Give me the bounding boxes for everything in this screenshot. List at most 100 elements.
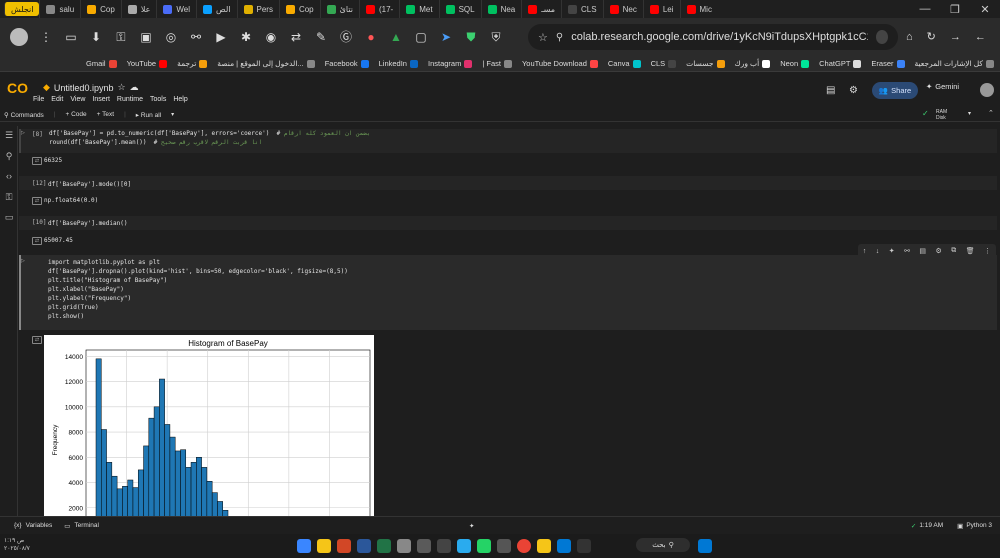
- browser-tab[interactable]: Nec: [602, 0, 643, 18]
- google-lens-icon[interactable]: [875, 30, 888, 44]
- settings-gear-icon[interactable]: ⚙: [849, 85, 858, 96]
- download-icon[interactable]: ⬇: [89, 30, 103, 44]
- bookmark-item[interactable]: جسسات: [686, 59, 725, 68]
- variables-label[interactable]: Variables: [26, 522, 53, 529]
- code-editor[interactable]: df['BasePay'].mode()[0]: [48, 180, 131, 189]
- menu-insert[interactable]: Insert: [92, 96, 110, 103]
- site-settings-icon[interactable]: ⚲: [556, 32, 563, 43]
- bookmark-item[interactable]: CLS: [651, 59, 677, 68]
- browser-tab[interactable]: الص: [196, 0, 236, 18]
- add-code-button[interactable]: + Code: [66, 111, 87, 118]
- bookmark-star-icon[interactable]: ☆: [538, 31, 548, 44]
- chrome-icon[interactable]: [517, 539, 531, 553]
- video-icon[interactable]: ▶: [214, 30, 228, 44]
- browser-tab[interactable]: SQL: [438, 0, 481, 18]
- app-icon[interactable]: [437, 539, 451, 553]
- bookmark-item[interactable]: | Fast: [482, 59, 512, 68]
- link-cell-icon[interactable]: ⚯: [904, 247, 910, 255]
- bookmark-item[interactable]: الدخول إلى الموقع | منصة...: [217, 59, 315, 68]
- mirror-cell-icon[interactable]: ⧉: [951, 247, 956, 255]
- edge-icon[interactable]: [557, 539, 571, 553]
- bookmark-item[interactable]: Facebook: [325, 59, 369, 68]
- ram-disk-indicator[interactable]: RAM Disk: [936, 109, 947, 121]
- maximize-window-icon[interactable]: ❐: [940, 3, 970, 16]
- menu-tools[interactable]: Tools: [150, 96, 166, 103]
- profile-avatar[interactable]: [10, 28, 28, 46]
- grammarly-icon[interactable]: Ⓖ: [339, 30, 353, 44]
- bookmark-item[interactable]: Neon: [780, 59, 810, 68]
- cell-run-indicator[interactable]: ▷: [21, 258, 25, 264]
- minimize-window-icon[interactable]: —: [910, 3, 940, 15]
- comment-cell-icon[interactable]: ▤: [919, 247, 926, 255]
- output-toggle-icon[interactable]: ⇄: [32, 197, 42, 205]
- close-window-icon[interactable]: ✕: [970, 3, 1000, 16]
- variables-icon[interactable]: {x}: [14, 522, 22, 529]
- bookmark-item[interactable]: Instagram: [428, 59, 473, 68]
- menu-help[interactable]: Help: [173, 96, 187, 103]
- app-icon[interactable]: [297, 539, 311, 553]
- colab-logo-icon[interactable]: CO: [7, 81, 29, 95]
- powerpoint-icon[interactable]: [337, 539, 351, 553]
- files-folder-icon[interactable]: ▭: [4, 212, 14, 222]
- app-icon[interactable]: [497, 539, 511, 553]
- windows-start-icon[interactable]: [698, 539, 712, 553]
- notebook-title[interactable]: Untitled0.ipynb: [54, 83, 114, 93]
- move-up-icon[interactable]: ↑: [863, 248, 867, 255]
- bookmark-item[interactable]: كل الإشارات المرجعية: [915, 59, 994, 68]
- menu-file[interactable]: File: [33, 96, 44, 103]
- move-down-icon[interactable]: ↓: [876, 248, 880, 255]
- output-toggle-icon[interactable]: ⇄: [32, 336, 42, 344]
- find-icon[interactable]: ⚲: [4, 151, 14, 161]
- delete-cell-icon[interactable]: 🗑: [966, 247, 975, 255]
- browser-tab[interactable]: Wel: [156, 0, 196, 18]
- menu-icon[interactable]: ⋮: [39, 30, 53, 44]
- cell-settings-icon[interactable]: ⚙: [936, 247, 942, 255]
- browser-tab[interactable]: (17-: [358, 0, 399, 18]
- browser-tab[interactable]: Lei: [642, 0, 680, 18]
- output-toggle-icon[interactable]: ⇄: [32, 237, 42, 245]
- bookmark-item[interactable]: Eraser: [871, 59, 905, 68]
- bookmark-item[interactable]: Gmail: [86, 59, 117, 68]
- browser-tab[interactable]: Mic: [679, 0, 718, 18]
- menu-runtime[interactable]: Runtime: [117, 96, 143, 103]
- forward-icon[interactable]: →: [950, 31, 961, 43]
- trash-extension-icon[interactable]: ▣: [139, 30, 153, 44]
- folder-icon[interactable]: [537, 539, 551, 553]
- bookmark-item[interactable]: LinkedIn: [379, 59, 418, 68]
- screenshot-icon[interactable]: ▢: [414, 30, 428, 44]
- gemini-cell-icon[interactable]: ✦: [889, 247, 895, 255]
- extension-icon[interactable]: ◎: [164, 30, 178, 44]
- file-explorer-icon[interactable]: [317, 539, 331, 553]
- reading-icon[interactable]: ▭: [64, 30, 78, 44]
- browser-tab[interactable]: Pers: [236, 0, 279, 18]
- app-icon[interactable]: [417, 539, 431, 553]
- browser-tab[interactable]: علا: [120, 0, 157, 18]
- cell-run-indicator[interactable]: ▷: [21, 130, 25, 136]
- code-cell-3[interactable]: [19, 216, 997, 230]
- cursor-icon[interactable]: ➤: [439, 30, 453, 44]
- code-editor[interactable]: df['BasePay'] = pd.to_numeric(df['BasePa…: [44, 129, 997, 151]
- secrets-key-icon[interactable]: ⚿: [4, 192, 14, 202]
- share-button[interactable]: 👥 Share: [872, 82, 918, 99]
- telegram-icon[interactable]: [457, 539, 471, 553]
- tab-english[interactable]: انجلش: [4, 2, 40, 16]
- excel-icon[interactable]: [377, 539, 391, 553]
- browser-tab[interactable]: Cop: [80, 0, 121, 18]
- key-icon[interactable]: ⚿: [114, 30, 128, 44]
- browser-tab[interactable]: Met: [399, 0, 438, 18]
- browser-tab[interactable]: نتائ: [319, 0, 359, 18]
- run-all-button[interactable]: ▸ Run all: [136, 111, 161, 119]
- camera-icon[interactable]: ◉: [264, 30, 278, 44]
- puzzle-icon[interactable]: ✱: [239, 30, 253, 44]
- gemini-button[interactable]: ✦ Gemini: [926, 82, 959, 91]
- more-options-icon[interactable]: ⋮: [984, 247, 991, 255]
- add-text-button[interactable]: + Text: [97, 111, 114, 118]
- edit-icon[interactable]: ✎: [314, 30, 328, 44]
- runtime-dropdown-icon[interactable]: ▾: [968, 110, 971, 117]
- browser-tab[interactable]: salu: [39, 0, 80, 18]
- browser-tab[interactable]: CLS: [561, 0, 603, 18]
- collapse-icon[interactable]: ⌃: [988, 109, 994, 117]
- bookmark-item[interactable]: YouTube Download: [522, 59, 598, 68]
- home-icon[interactable]: ⌂: [906, 31, 913, 43]
- table-of-contents-icon[interactable]: ☰: [4, 130, 14, 140]
